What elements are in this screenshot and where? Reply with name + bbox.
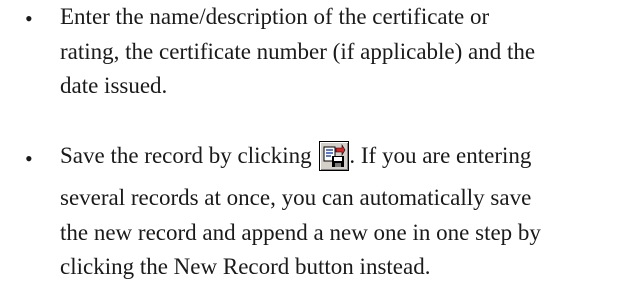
bullet-marker: • bbox=[25, 6, 33, 31]
text-line: the new record and append a new one in o… bbox=[60, 219, 541, 245]
text-line: several records at once, you can automat… bbox=[60, 185, 532, 210]
text-line: date issued. bbox=[60, 73, 168, 98]
text-line: Enter the name/description of the certif… bbox=[60, 4, 490, 29]
text-line: rating, the certificate number (if appli… bbox=[60, 38, 536, 64]
save-record-icon bbox=[323, 143, 346, 167]
text-fragment: Save the record by clicking bbox=[60, 143, 312, 168]
text-fragment: . If you are entering bbox=[349, 143, 532, 168]
text-line: Save the record by clicking . If you are… bbox=[60, 137, 620, 181]
bullet-text: Save the record by clicking . If you are… bbox=[60, 137, 620, 285]
help-document: • Enter the name/description of the cert… bbox=[0, 0, 633, 300]
text-line: clicking the New Record button instead. bbox=[60, 254, 431, 279]
bullet-marker: • bbox=[25, 146, 33, 171]
save-record-button-image bbox=[319, 140, 350, 171]
bullet-text: Enter the name/description of the certif… bbox=[60, 0, 620, 104]
